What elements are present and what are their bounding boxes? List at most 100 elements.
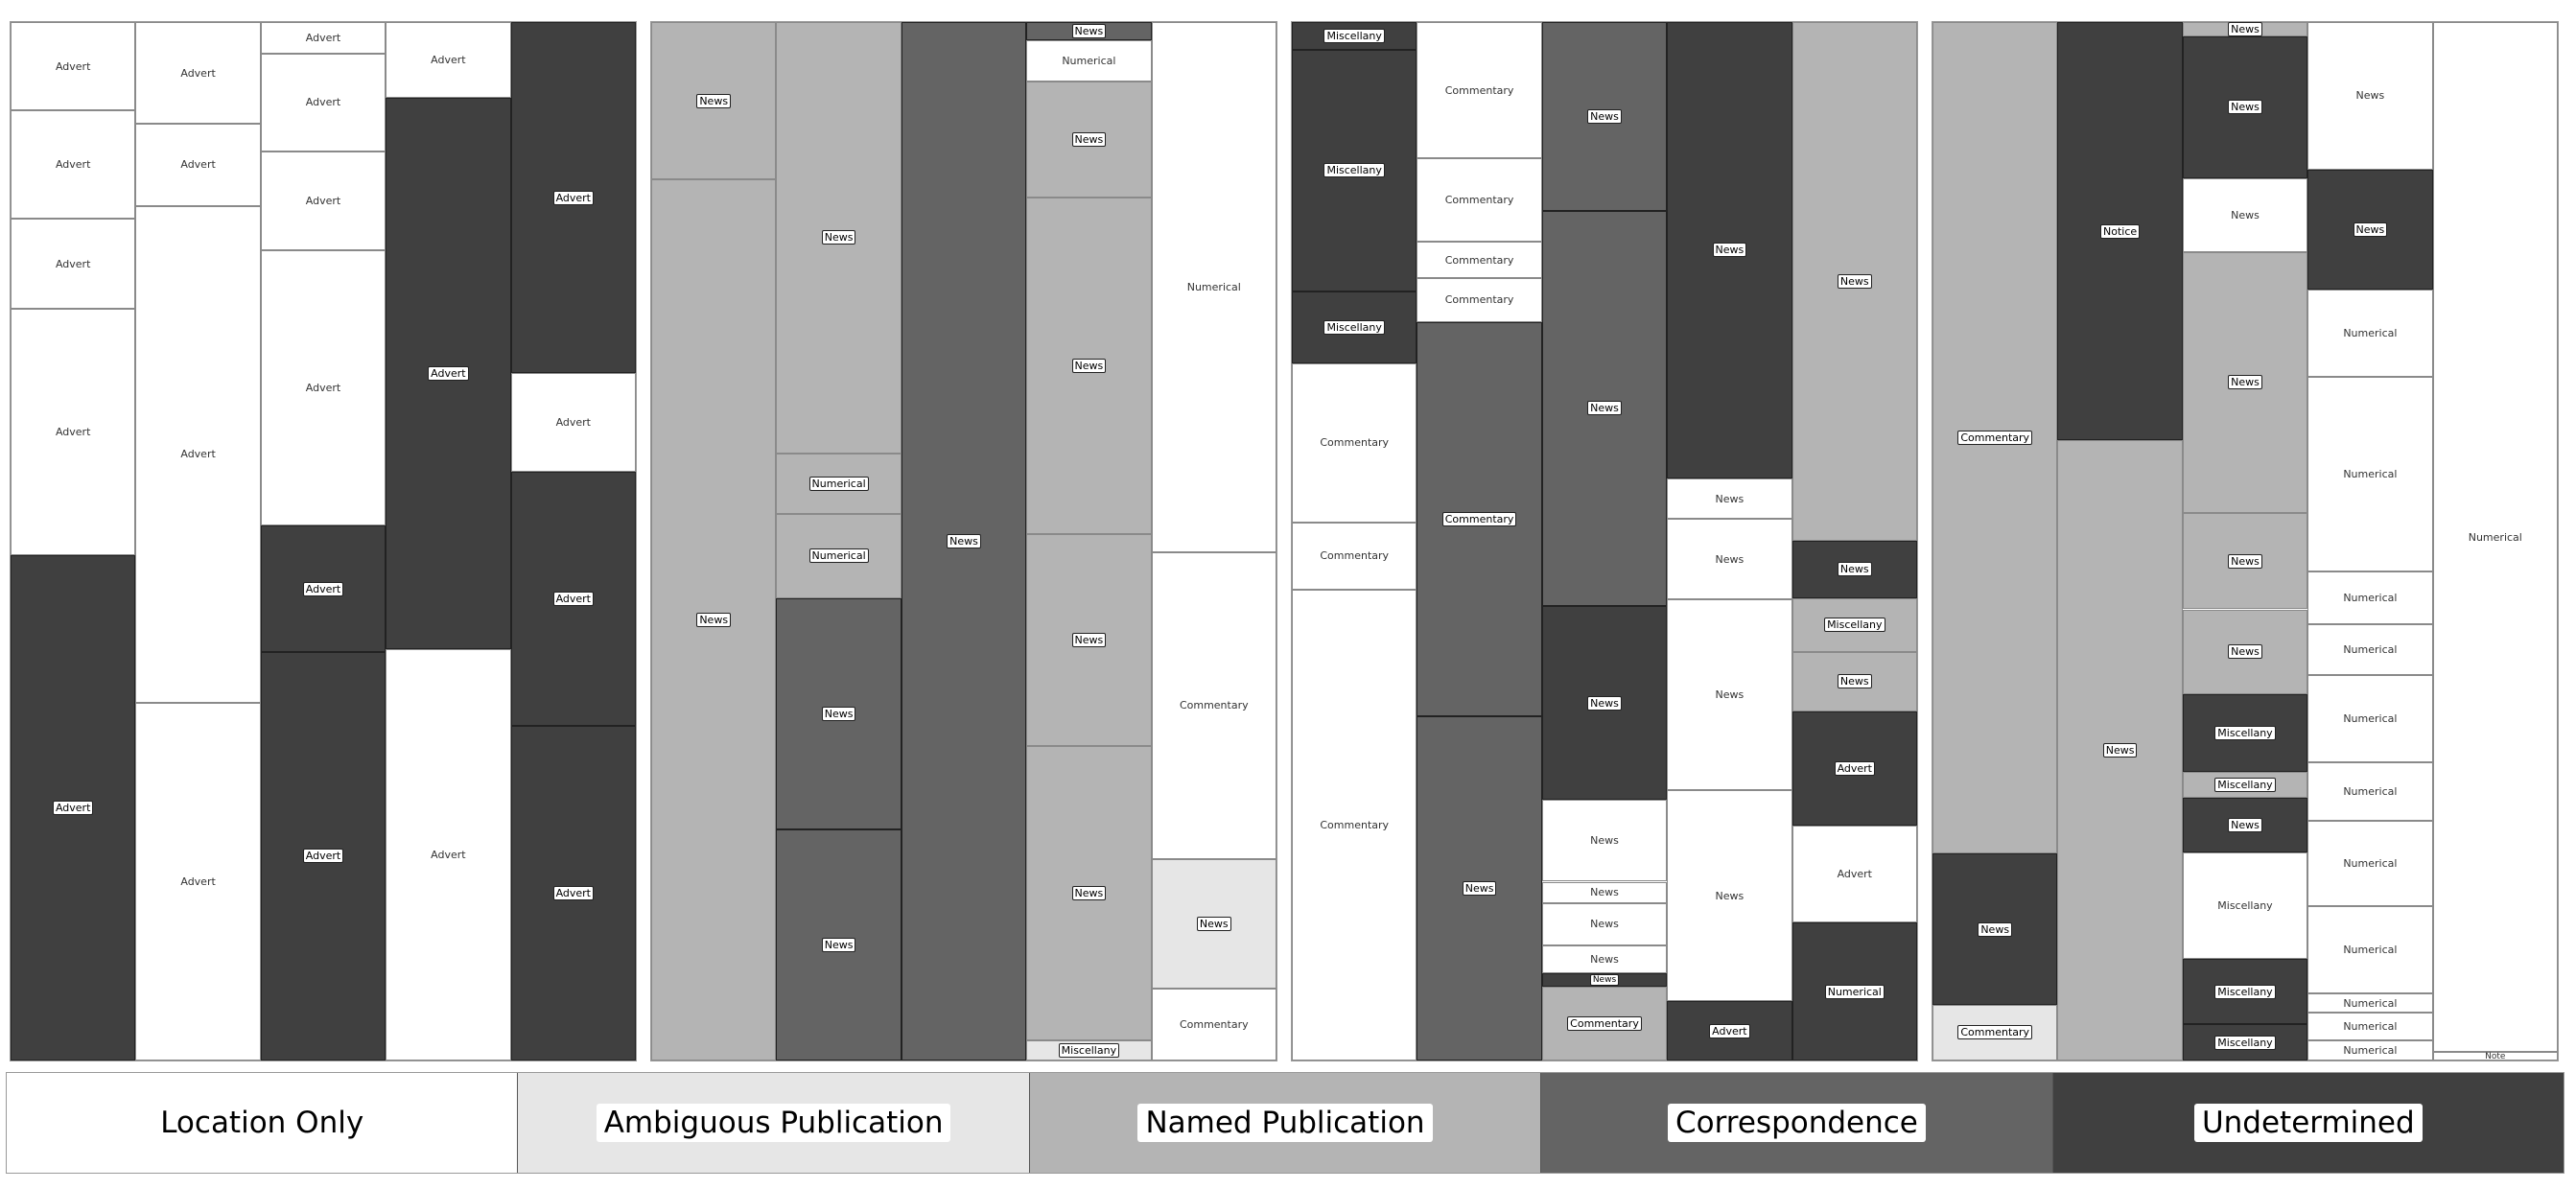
column-3: News News News News News News Miscellany Miscel… (2182, 22, 2308, 1061)
segment-label: Numerical (2343, 857, 2398, 871)
segment-ambiguous-publication: Commentary (1932, 1004, 2058, 1061)
segment-location-only: Advert (260, 152, 386, 250)
segment-location-only: Advert (510, 373, 636, 472)
segment-label: Commentary (1179, 1017, 1249, 1031)
segment-undetermined: Miscellany (1292, 22, 1417, 51)
column-3: Advert Advert Advert Advert Advert Advert (260, 22, 386, 1061)
segment-label: News (2353, 221, 2388, 237)
segment-undetermined: Advert (1791, 711, 1917, 827)
legend-item-undetermined: Undetermined (2052, 1073, 2564, 1173)
segment-undetermined: News (1791, 540, 1917, 598)
segment-location-only: Numerical (2307, 623, 2433, 675)
panel-3: Miscellany Miscellany Miscellany Commentary… (1291, 21, 1918, 1061)
segment-undetermined: Miscellany (2182, 1024, 2308, 1061)
segment-location-only: Numerical (2307, 571, 2433, 624)
segment-label: Notice (2100, 223, 2141, 239)
segment-label: Advert (428, 365, 469, 381)
legend: Location Only Ambiguous Publication Name… (6, 1072, 2564, 1174)
segment-named-publication: News (1026, 198, 1152, 534)
segment-named-publication: News (651, 22, 777, 180)
column-2: Notice News (2057, 22, 2183, 1061)
segment-location-only: Advert (386, 648, 511, 1061)
segment-label: Miscellany (2214, 984, 2276, 999)
segment-label: Advert (302, 581, 344, 596)
segment-label: Advert (180, 875, 216, 888)
segment-label: Advert (1834, 760, 1875, 776)
segment-correspondence: News (1541, 22, 1668, 211)
segment-named-publication: News (1026, 745, 1152, 1041)
segment-label: Numerical (1062, 54, 1116, 67)
segment-location-only: Numerical (2307, 761, 2433, 822)
column-1: Advert Advert Advert Advert Advert (11, 22, 136, 1061)
segment-label: News (1587, 695, 1622, 711)
legend-label: Ambiguous Publication (596, 1104, 951, 1142)
segment-label: Commentary (1444, 83, 1514, 97)
segment-location-only: Commentary (1417, 22, 1542, 158)
segment-location-only: Advert (260, 53, 386, 152)
segment-location-only: Numerical (2307, 1013, 2433, 1041)
segment-undetermined: News (2307, 169, 2433, 290)
segment-location-only: Advert (11, 22, 136, 111)
segment-label: Numerical (2468, 530, 2522, 544)
segment-label: Miscellany (1323, 319, 1385, 335)
segment-undetermined: Miscellany (1292, 291, 1417, 363)
segment-ambiguous-publication: Miscellany (1026, 1040, 1152, 1061)
column-4: News News News News News Advert (1667, 22, 1792, 1061)
segment-location-only: News (2307, 22, 2433, 170)
segment-label: News (1978, 921, 2013, 937)
segment-correspondence: News (1541, 210, 1668, 607)
segment-label: Advert (55, 426, 91, 439)
column-4: News News Numerical Numerical Numerical Numer… (2307, 22, 2433, 1061)
legend-label: Correspondence (1667, 1104, 1926, 1142)
segment-location-only: Commentary (1292, 362, 1417, 523)
segment-label: Commentary (1444, 293, 1514, 307)
column-5: Numerical Note (2432, 22, 2558, 1061)
segment-label: Numerical (2343, 944, 2398, 956)
segment-named-publication: Commentary (1932, 22, 2058, 854)
segment-undetermined: Advert (1667, 1001, 1792, 1061)
segment-location-only: Commentary (1417, 277, 1542, 323)
segment-label: News (1712, 243, 1747, 258)
segment-label: News (1071, 885, 1107, 900)
segment-label: Numerical (2343, 784, 2398, 798)
segment-location-only: Numerical (2307, 906, 2433, 993)
segment-label: News (1589, 974, 1620, 987)
segment-ambiguous-publication: News (1151, 858, 1276, 989)
segment-label: News (1071, 632, 1107, 647)
segment-label: News (2228, 100, 2262, 115)
segment-undetermined: Advert (510, 22, 636, 374)
segment-label: News (2102, 743, 2138, 758)
segment-location-only: Advert (11, 110, 136, 220)
segment-label: News (2228, 817, 2262, 832)
segment-label: News (1587, 401, 1622, 416)
segment-label: News (1715, 688, 1745, 701)
segment-location-only: Advert (260, 249, 386, 526)
segment-named-publication: News (2057, 440, 2183, 1061)
legend-label: Named Publication (1137, 1104, 1433, 1142)
segment-location-only: Advert (135, 124, 261, 206)
segment-location-only: Numerical (2307, 289, 2433, 377)
segment-label: Numerical (2343, 1044, 2398, 1058)
segment-label: Miscellany (1323, 29, 1385, 44)
segment-label: News (2228, 22, 2262, 37)
segment-label: Miscellany (1323, 163, 1385, 178)
segment-label: Commentary (1320, 818, 1390, 831)
segment-label: Advert (55, 158, 91, 172)
segment-undetermined: News (2182, 36, 2308, 178)
panel-1: Advert Advert Advert Advert Advert Advert Adve… (10, 21, 637, 1061)
column-4: News Numerical News News News News Miscellany (1026, 22, 1152, 1061)
segment-location-only: Advert (260, 22, 386, 54)
column-1: Commentary News Commentary (1932, 22, 2058, 1061)
segment-label: Numerical (808, 548, 869, 564)
segment-named-publication: News (651, 179, 777, 1061)
segment-label: Numerical (2343, 1020, 2398, 1034)
segment-label: Advert (1709, 1023, 1750, 1038)
segment-label: Advert (305, 382, 341, 395)
segment-label: News (2228, 644, 2262, 660)
segment-label: News (1071, 358, 1107, 373)
legend-item-ambiguous-publication: Ambiguous Publication (518, 1073, 1030, 1173)
segment-label: News (1071, 23, 1107, 38)
segment-label: News (1196, 916, 1231, 931)
segment-correspondence: News (1026, 22, 1152, 40)
segment-label: Numerical (808, 477, 869, 492)
